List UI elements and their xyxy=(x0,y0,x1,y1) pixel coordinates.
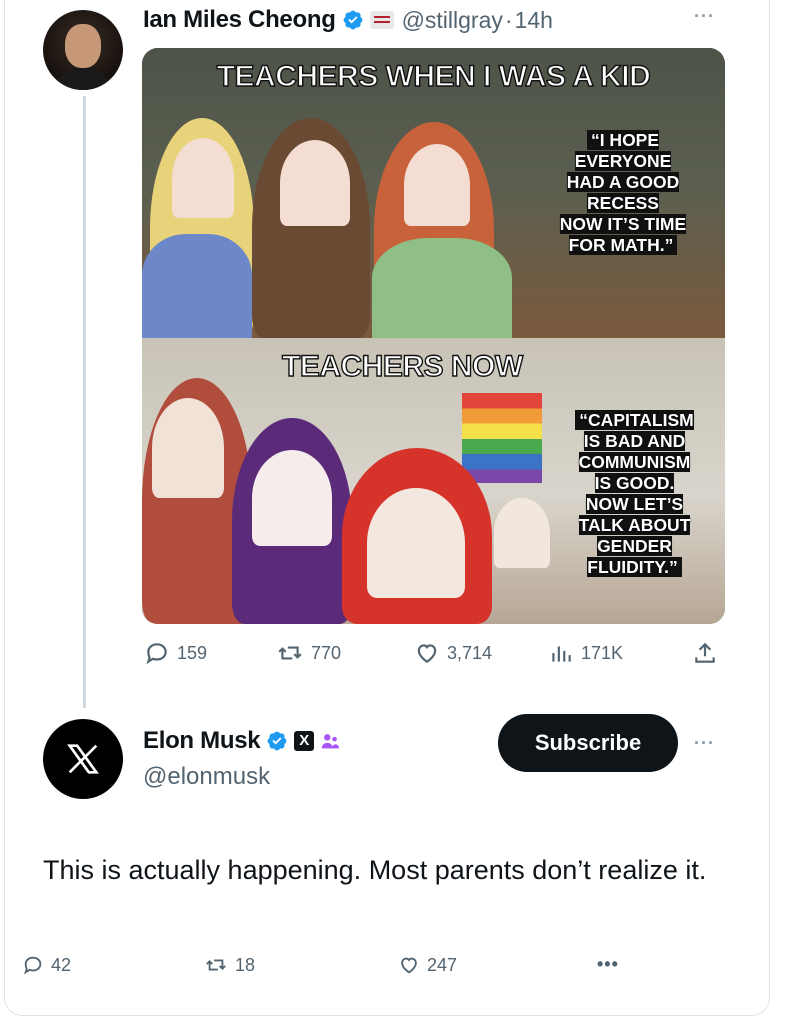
retweet-icon xyxy=(206,959,226,971)
meme-bottom-caption: TEACHERS NOW xyxy=(281,349,524,383)
reply-author-handle[interactable]: @elonmusk xyxy=(143,763,270,791)
reply-more-actions-icon[interactable]: ••• xyxy=(597,954,619,975)
heart-icon xyxy=(417,644,437,663)
meme-top-quote: “I HOPE EVERYONE HAD A GOOD RECESS NOW I… xyxy=(559,130,687,255)
reply-like-count: 247 xyxy=(427,954,458,975)
reply-count: 159 xyxy=(177,642,208,663)
retweet-button[interactable]: 770 xyxy=(276,640,341,666)
retweet-icon xyxy=(278,646,302,660)
like-count: 3,714 xyxy=(447,642,493,663)
reply-text: This is actually happening. Most parents… xyxy=(43,855,707,885)
like-button[interactable]: 3,714 xyxy=(414,640,492,666)
reply-action-bar: 42 18 247 ••• xyxy=(22,954,762,984)
thread-connector-line xyxy=(83,96,86,708)
reply-retweet-count: 18 xyxy=(235,954,256,975)
green-dress xyxy=(372,238,512,338)
reply-icon xyxy=(24,956,42,975)
more-options-icon[interactable]: ··· xyxy=(694,6,715,27)
reply-reply-count: 42 xyxy=(51,954,72,975)
share-button[interactable] xyxy=(692,640,725,666)
tweet-media-image[interactable]: TEACHERS WHEN I WAS A KID “I HOPE EVERYO… xyxy=(142,48,725,624)
avatar-shirt xyxy=(51,68,115,90)
author-name[interactable]: Ian Miles Cheong xyxy=(143,6,336,34)
redhead-teacher-face xyxy=(404,144,470,226)
rainbow-flag xyxy=(462,393,542,483)
author-avatar[interactable] xyxy=(43,10,123,90)
blue-dress xyxy=(142,234,252,338)
x-logo-icon xyxy=(67,744,99,774)
glasses-teacher-face xyxy=(280,140,350,226)
crying-teacher-face xyxy=(152,398,224,498)
red-hair-teacher-face xyxy=(367,488,465,598)
reply-reply-button[interactable]: 42 xyxy=(22,954,71,976)
x-affiliate-badge-icon: X xyxy=(294,731,315,751)
share-icon xyxy=(695,642,715,663)
author-handle[interactable]: @stillgray xyxy=(402,7,503,34)
tweet-action-bar: 159 770 3,714 171K xyxy=(140,640,730,672)
tweet-time[interactable]: 14h xyxy=(515,7,553,34)
views-chart-icon xyxy=(552,646,571,662)
reply-author-avatar[interactable] xyxy=(43,719,123,799)
student-face xyxy=(494,498,550,568)
subscribe-button[interactable]: Subscribe xyxy=(498,714,678,772)
verified-badge-icon xyxy=(343,10,362,30)
views-count: 171K xyxy=(581,642,624,663)
views-button[interactable]: 171K xyxy=(548,640,623,666)
reply-header: Elon Musk X xyxy=(143,727,341,755)
handle-separator: · xyxy=(504,6,513,33)
people-affiliate-icon xyxy=(322,734,340,749)
reply-retweet-button[interactable]: 18 xyxy=(204,954,255,976)
meme-bottom-panel: TEACHERS NOW “CAPITALISM IS BAD AND COMM… xyxy=(142,338,725,624)
reply-like-button[interactable]: 247 xyxy=(398,954,457,976)
retweet-count: 770 xyxy=(311,642,342,663)
blonde-teacher-face xyxy=(172,138,234,218)
purple-hair-teacher-face xyxy=(252,450,332,546)
avatar-face xyxy=(65,24,101,68)
meme-top-panel: TEACHERS WHEN I WAS A KID “I HOPE EVERYO… xyxy=(142,48,725,338)
heart-icon xyxy=(401,957,417,974)
flag-badge-icon xyxy=(369,11,394,29)
verified-badge-icon xyxy=(267,731,287,751)
reply-icon xyxy=(146,643,167,665)
reply-author-name[interactable]: Elon Musk xyxy=(143,727,261,755)
tweet-header: Ian Miles Cheong @stillgray · 14h xyxy=(143,4,553,36)
reply-more-options-icon[interactable]: ··· xyxy=(694,733,715,754)
meme-top-caption: TEACHERS WHEN I WAS A KID xyxy=(216,59,652,93)
meme-bottom-quote: “CAPITALISM IS BAD AND COMMUNISM IS GOOD… xyxy=(552,410,717,578)
reply-button[interactable]: 159 xyxy=(144,640,207,666)
